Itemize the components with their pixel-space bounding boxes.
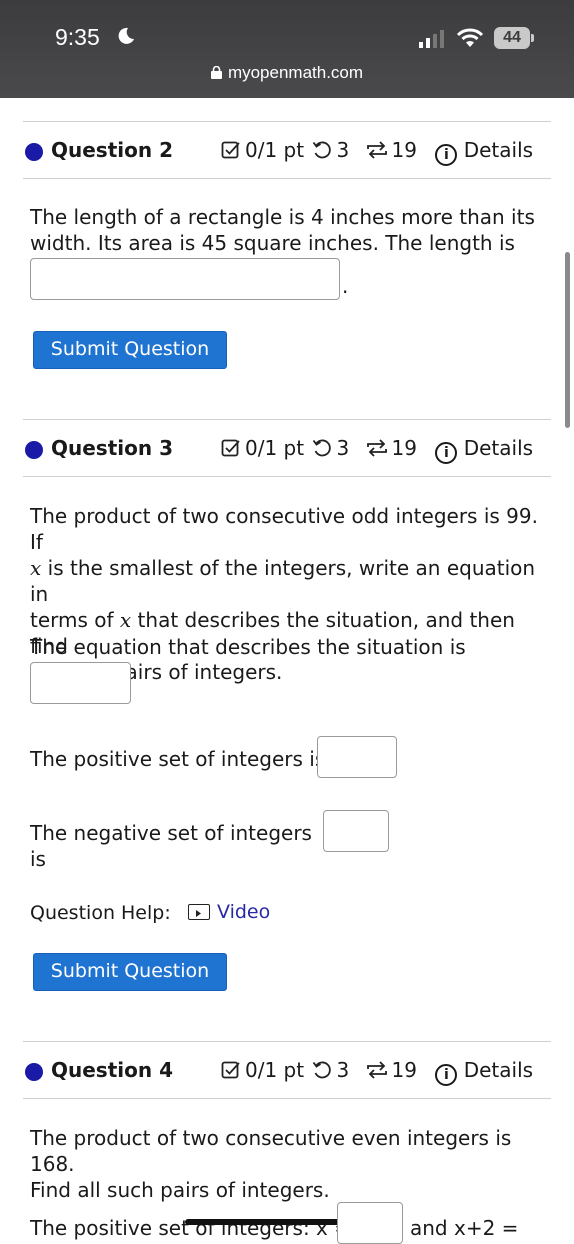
battery-icon: 44 (494, 27, 530, 49)
retries: 3 (336, 138, 350, 162)
attempts-icon (366, 141, 387, 159)
checkbox-score-icon (221, 141, 240, 159)
attempts-icon (366, 439, 387, 457)
divider (23, 121, 551, 122)
score: 0/1 pt (245, 436, 305, 460)
question-3-header: Question 3 0/1 pt 3 19 i Details (23, 422, 551, 478)
checkbox-score-icon (221, 439, 240, 457)
wifi-icon (457, 28, 483, 47)
math-variable: x (30, 556, 42, 580)
details-link[interactable]: Details (464, 138, 533, 162)
text-span: terms of (30, 608, 120, 632)
x-answer-input[interactable] (337, 1202, 403, 1244)
divider (23, 419, 551, 420)
attempts: 19 (391, 1058, 417, 1082)
length-answer-input[interactable] (30, 258, 340, 300)
divider (23, 1041, 551, 1042)
address-bar[interactable]: myopenmath.com (0, 63, 574, 83)
question-title: Question 4 (51, 1058, 173, 1082)
negative-set-prompt: The negative set of integers is (30, 821, 312, 871)
divider (23, 178, 551, 179)
info-icon[interactable]: i (435, 144, 458, 166)
retries: 3 (336, 1058, 350, 1082)
divider (23, 476, 551, 477)
question-text-line: Find all such pairs of integers. (30, 1178, 330, 1202)
question-help-label: Question Help: (30, 902, 171, 924)
url-text: myopenmath.com (227, 63, 364, 82)
question-text-line: x is the smallest of the integers, write… (30, 555, 550, 607)
question-2-header: Question 2 0/1 pt 3 19 i Details (23, 124, 551, 180)
details-link[interactable]: Details (464, 436, 533, 460)
negative-set-input[interactable] (323, 810, 389, 852)
question-text-line: The length of a rectangle is 4 inches mo… (30, 205, 535, 229)
info-icon[interactable]: i (435, 442, 458, 464)
question-text-line: The product of two consecutive odd integ… (30, 504, 538, 554)
period: . (342, 274, 349, 298)
score: 0/1 pt (245, 1058, 305, 1082)
retry-icon (313, 439, 332, 457)
moon-icon (118, 27, 134, 44)
checkbox-score-icon (221, 1061, 240, 1079)
attempts: 19 (391, 436, 417, 460)
question-text: The length of a rectangle is 4 inches mo… (30, 204, 550, 256)
positive-set-input[interactable] (317, 736, 397, 778)
retry-icon (313, 1061, 332, 1079)
status-dot (25, 1063, 43, 1081)
status-bar: 9:35 44 myopenmath.com (0, 0, 574, 98)
retries: 3 (336, 436, 350, 460)
status-dot (25, 143, 43, 161)
text-span: is the smallest of the integers, write a… (30, 556, 536, 606)
equation-answer-input[interactable] (30, 662, 131, 704)
question-text-line: The product of two consecutive even inte… (30, 1126, 512, 1176)
clock: 9:35 (55, 24, 100, 50)
score: 0/1 pt (245, 138, 305, 162)
attempts: 19 (391, 138, 417, 162)
attempts-icon (366, 1061, 387, 1079)
details-link[interactable]: Details (464, 1058, 533, 1082)
video-link[interactable]: Video (217, 901, 270, 923)
video-icon[interactable] (188, 904, 210, 920)
equation-prompt: The equation that describes the situatio… (30, 635, 466, 659)
lock-icon (210, 66, 222, 79)
submit-question-button[interactable]: Submit Question (33, 953, 227, 991)
positive-set-prompt: The positive set of integers is (30, 747, 326, 771)
question-meta: 0/1 pt 3 19 i Details (221, 138, 533, 166)
play-icon (196, 910, 201, 917)
question-text-line: width. Its area is 45 square inches. The… (30, 231, 515, 255)
question-meta: 0/1 pt 3 19 i Details (221, 436, 533, 464)
info-icon[interactable]: i (435, 1064, 458, 1086)
scrollbar[interactable] (565, 252, 570, 428)
submit-question-button[interactable]: Submit Question (33, 331, 227, 369)
retry-icon (313, 141, 332, 159)
question-text: The product of two consecutive even inte… (30, 1125, 550, 1203)
question-meta: 0/1 pt 3 19 i Details (221, 1058, 533, 1086)
math-variable: x (119, 608, 132, 632)
question-title: Question 2 (51, 138, 173, 162)
signal-icon (419, 30, 444, 48)
battery-tip (531, 34, 534, 42)
divider (23, 1098, 551, 1099)
status-dot (25, 441, 43, 459)
and-label: and x+2 = (410, 1216, 519, 1240)
question-title: Question 3 (51, 436, 173, 460)
question-4-header: Question 4 0/1 pt 3 19 i Details (23, 1044, 551, 1100)
